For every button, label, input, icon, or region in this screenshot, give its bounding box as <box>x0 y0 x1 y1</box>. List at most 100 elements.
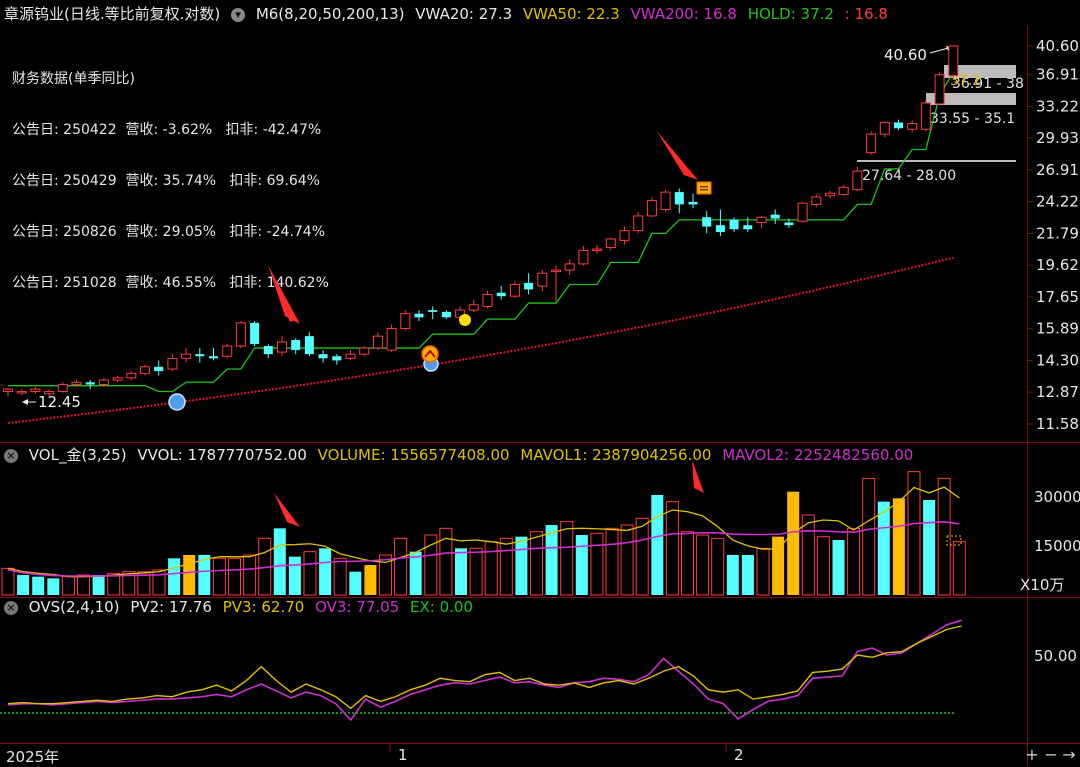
volume-bar-up <box>711 537 725 596</box>
volume-bar-up <box>907 471 921 596</box>
price-tick-label: 40.60 <box>1036 37 1079 55</box>
vol-header: × VOL_金(3,25) VVOL: 1787770752.00 VOLUME… <box>4 444 919 465</box>
volume-bar-down <box>923 500 936 595</box>
price-tick-label: 33.22 <box>1036 97 1079 115</box>
volume-label: VOLUME: 1556577408.00 <box>317 446 510 464</box>
candle-body-up <box>838 186 849 196</box>
ovs-title[interactable]: OVS(2,4,10) <box>29 598 120 616</box>
candle-body-up <box>756 216 767 224</box>
volume-bar-up <box>681 531 694 596</box>
volume-bar-down <box>741 555 754 595</box>
candle-body-up <box>400 313 411 329</box>
candle-body-down <box>688 201 698 205</box>
volume-bar-up <box>333 557 347 596</box>
volume-bar-down <box>877 501 890 595</box>
volume-bar-up <box>1 567 15 596</box>
chart-canvas[interactable]: 40.60 36.91 33.22 29.93 26.91 24.22 21.79 19.62… <box>0 0 1080 766</box>
candle-body-down <box>770 214 780 219</box>
mavol1-label: MAVOL1: 2387904256.00 <box>520 446 712 464</box>
price-tick-label: 14.30 <box>1036 351 1079 369</box>
volume-bar-down <box>726 555 739 595</box>
volume-bar-down <box>319 548 332 595</box>
volume-bar-up <box>665 501 679 596</box>
candle-body-up <box>16 390 27 394</box>
scroll-right-button[interactable]: → <box>1058 745 1080 765</box>
volume-bars[interactable] <box>1 471 966 596</box>
candle-body-down <box>318 354 328 359</box>
pv3-label: PV3: 62.70 <box>222 598 305 616</box>
candle-body-down <box>154 366 164 372</box>
candle-body-down <box>496 292 506 297</box>
candle-body-up <box>98 379 109 386</box>
candle-body-up <box>934 74 945 105</box>
candle-body-up <box>564 263 575 271</box>
volume-bar-up <box>635 517 649 596</box>
candle-body-down <box>304 336 314 355</box>
candle-body-down <box>674 192 684 205</box>
month-label: 1 <box>398 746 408 764</box>
volume-bar-up <box>61 576 75 596</box>
candle-body-up <box>537 272 548 287</box>
candle-body-up <box>619 230 630 241</box>
candle-body-up <box>920 102 931 130</box>
ovs-header: × OVS(2,4,10) PV2: 17.76 PV3: 62.70 OV3:… <box>4 598 479 616</box>
candle-body-down <box>250 322 260 345</box>
volume-bar-up <box>847 527 861 596</box>
price-tick-label: 26.91 <box>1036 161 1079 179</box>
zone-label-3: 27.64 - 28.00 <box>862 168 956 184</box>
candle-body-down <box>743 225 753 230</box>
volume-bar-up <box>560 521 574 596</box>
volume-bar-up <box>620 524 634 596</box>
volume-bar-down <box>288 556 301 595</box>
volume-bar-down <box>168 558 181 595</box>
candle-body-up <box>605 238 616 249</box>
volume-bar-down <box>545 525 558 595</box>
volume-bar-down <box>515 536 528 595</box>
low-arrow-head <box>22 399 28 405</box>
price-axis: 40.60 36.91 33.22 29.93 26.91 24.22 21.79 19.62… <box>1036 37 1079 433</box>
candle-body-up <box>633 215 644 232</box>
candle-body-up <box>468 304 479 311</box>
year-label: 2025年 <box>6 748 60 766</box>
vwa200-line <box>7 256 954 424</box>
candle-body-down <box>263 346 273 355</box>
note-flag-line <box>700 189 708 191</box>
candle-body-down <box>428 310 438 312</box>
candle-body-up <box>811 196 822 205</box>
candle-body-down <box>729 219 739 230</box>
volume-bar-up <box>469 547 483 596</box>
candle-body-down <box>332 356 342 361</box>
candle-body-up <box>112 377 123 381</box>
volume-bar-down <box>47 578 60 595</box>
price-tick-label: 15.89 <box>1036 320 1079 338</box>
ovs-lines <box>0 619 962 722</box>
candle-body-up <box>866 133 877 154</box>
candle-body-down <box>784 222 794 226</box>
volume-bar-up <box>484 541 498 596</box>
candle-body-up <box>797 202 808 222</box>
candle-body-up <box>660 191 671 210</box>
volume-bar-up <box>952 541 966 596</box>
close-icon[interactable]: × <box>4 601 18 615</box>
volume-bar-down <box>273 528 286 595</box>
price-tick-label: 29.93 <box>1036 129 1079 147</box>
candle-body-down <box>441 311 451 318</box>
pv3-line <box>7 625 962 710</box>
candle-body-up <box>372 335 383 349</box>
candle-body-up <box>222 345 233 357</box>
candle-body-down <box>85 382 95 385</box>
volume-bar-up <box>303 551 317 596</box>
volume-bar-up <box>228 557 241 596</box>
volume-bar-down <box>832 540 845 595</box>
candlestick-series[interactable] <box>3 45 959 397</box>
vol-tick: 15000 <box>1034 537 1080 555</box>
vol-title[interactable]: VOL_金(3,25) <box>29 446 127 464</box>
pv2-label: PV2: 17.76 <box>130 598 212 616</box>
blue-ball-marker <box>168 393 186 411</box>
volume-bar-up <box>756 547 770 596</box>
candle-body-up <box>948 45 959 77</box>
volume-bar-up <box>862 477 876 596</box>
close-icon[interactable]: × <box>4 449 18 463</box>
yellow-dot-marker <box>459 314 471 326</box>
candle-body-up <box>277 341 287 353</box>
